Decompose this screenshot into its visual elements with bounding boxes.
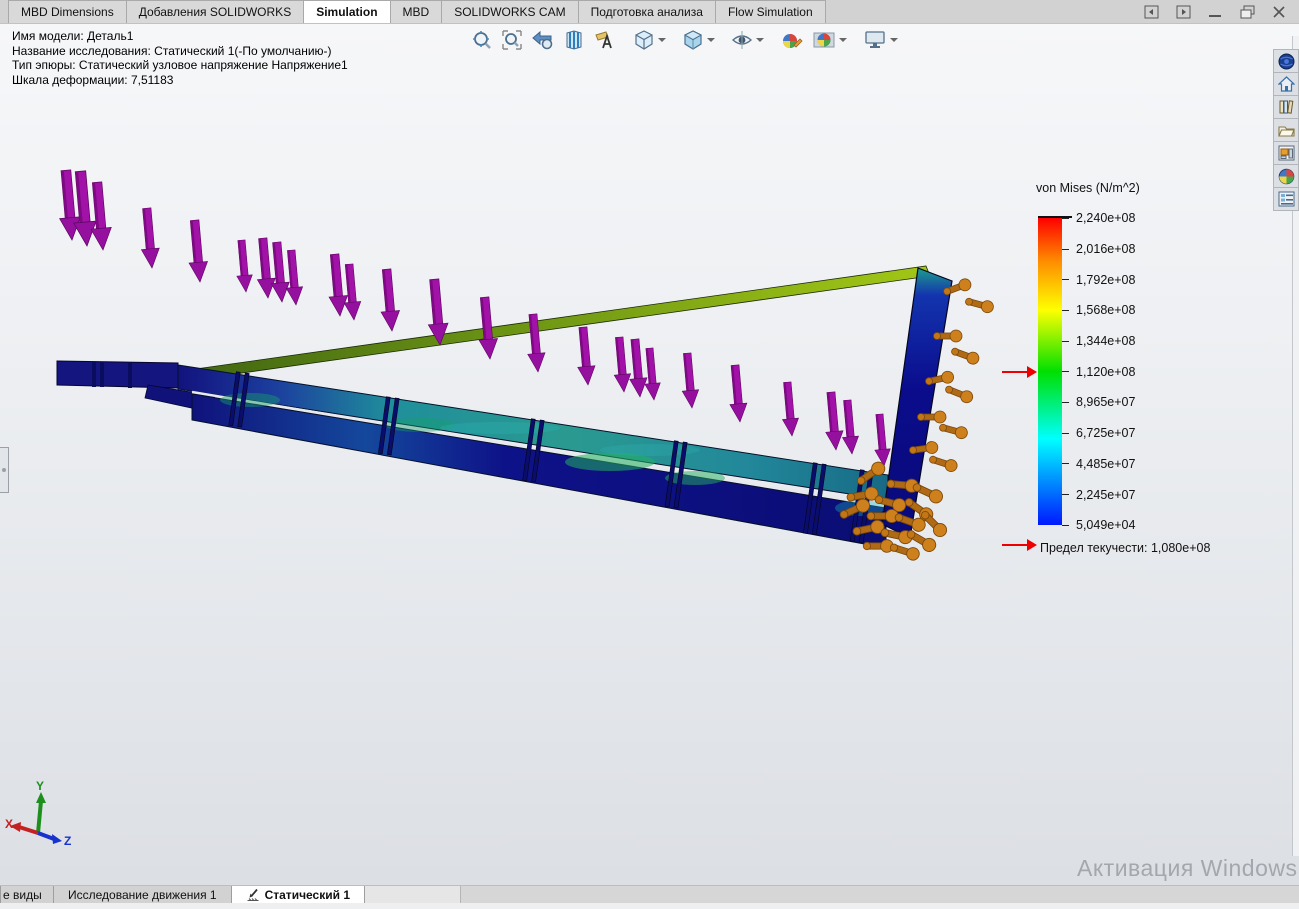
tab-3d-views[interactable]: е виды xyxy=(0,886,54,903)
status-bar xyxy=(0,903,1299,909)
legend-value: 8,965e+07 xyxy=(1076,395,1135,409)
tab-flow-simulation[interactable]: Flow Simulation xyxy=(715,0,826,23)
tab-mbd-dimensions[interactable]: MBD Dimensions xyxy=(8,0,127,23)
legend-value-list: 2,240e+08 2,016e+08 1,792e+08 1,568e+08 … xyxy=(1062,203,1135,541)
collapse-pane-right-icon[interactable] xyxy=(1175,4,1191,20)
graphics-area[interactable]: Имя модели: Деталь1 Название исследовани… xyxy=(0,24,1299,885)
tab-motion-study-1[interactable]: Исследование движения 1 xyxy=(54,886,232,903)
triad-x-label: X xyxy=(5,817,13,831)
legend-value: 2,240e+08 xyxy=(1076,211,1135,225)
legend-pointer-arrow-icon xyxy=(1000,364,1038,380)
legend-value: 6,725e+07 xyxy=(1076,426,1135,440)
file-explorer-icon[interactable] xyxy=(1273,118,1299,142)
legend-title: von Mises (N/m^2) xyxy=(1036,181,1140,195)
legend-color-bar xyxy=(1038,218,1062,525)
legend-value: 5,049e+04 xyxy=(1076,518,1135,532)
window-controls xyxy=(1143,4,1287,20)
legend-value: 1,568e+08 xyxy=(1076,303,1135,317)
restore-icon[interactable] xyxy=(1239,4,1255,20)
legend-value: 1,792e+08 xyxy=(1076,273,1135,287)
close-icon[interactable] xyxy=(1271,4,1287,20)
triad-z-label: Z xyxy=(64,834,71,848)
tab-strip-empty xyxy=(365,886,461,903)
yield-pointer-arrow-icon xyxy=(1000,537,1038,553)
home-icon[interactable] xyxy=(1273,72,1299,96)
tab-static-1[interactable]: Статический 1 xyxy=(232,886,365,903)
legend-value: 2,245e+07 xyxy=(1076,488,1135,502)
coordinate-triad: Y X Z xyxy=(5,779,71,848)
legend-value: 1,120e+08 xyxy=(1076,365,1135,379)
appearances-scenes-icon[interactable] xyxy=(1273,164,1299,188)
legend-value: 1,344e+08 xyxy=(1076,334,1135,348)
model-structure xyxy=(57,266,952,548)
study-tab-bar: е виды Исследование движения 1 Статическ… xyxy=(0,885,1299,903)
feature-manager-collapsed-tab[interactable] xyxy=(0,447,9,493)
tab-solidworks-cam[interactable]: SOLIDWORKS CAM xyxy=(441,0,578,23)
custom-properties-icon[interactable] xyxy=(1273,187,1299,211)
view-palette-icon[interactable] xyxy=(1273,141,1299,165)
design-library-icon[interactable] xyxy=(1273,95,1299,119)
static-study-icon xyxy=(246,888,260,902)
tab-simulation[interactable]: Simulation xyxy=(303,0,390,23)
task-pane-icon-strip xyxy=(1273,50,1299,211)
legend-value: 4,485e+07 xyxy=(1076,457,1135,471)
tab-mbd[interactable]: MBD xyxy=(390,0,443,23)
tab-solidworks-addins[interactable]: Добавления SOLIDWORKS xyxy=(126,0,305,23)
solidworks-resources-icon[interactable] xyxy=(1273,49,1299,73)
command-manager-tab-bar: MBD Dimensions Добавления SOLIDWORKS Sim… xyxy=(0,0,1299,24)
minimize-icon[interactable] xyxy=(1207,4,1223,20)
collapse-pane-left-icon[interactable] xyxy=(1143,4,1159,20)
solidworks-window: MBD Dimensions Добавления SOLIDWORKS Sim… xyxy=(0,0,1299,909)
yield-strength-label: Предел текучести: 1,080e+08 xyxy=(1040,541,1210,555)
tab-analysis-preparation[interactable]: Подготовка анализа xyxy=(578,0,716,23)
legend-value: 2,016e+08 xyxy=(1076,242,1135,256)
triad-y-label: Y xyxy=(36,779,44,793)
windows-activation-watermark-title: Активация Windows xyxy=(1077,855,1297,882)
